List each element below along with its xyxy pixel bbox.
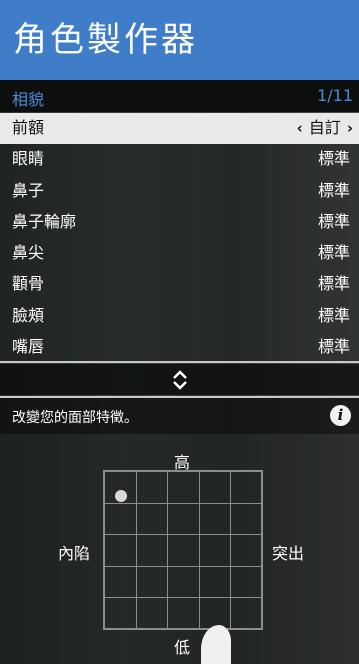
menu-item-value: 標準 xyxy=(317,243,350,263)
menu-item-cheekbones[interactable]: 顴骨 標準 xyxy=(0,269,359,301)
page-counter: 1/11 xyxy=(317,86,353,105)
menu-item-value: 標準 xyxy=(317,274,350,294)
menu-item-value: 標準 xyxy=(317,337,350,357)
menu-item-forehead[interactable]: 前額 ‹ 自訂 › xyxy=(0,113,359,145)
adjustment-grid[interactable] xyxy=(103,470,263,630)
menu-item-cheeks[interactable]: 臉頰 標準 xyxy=(0,300,359,333)
menu-item-nose-profile[interactable]: 鼻子輪廓 標準 xyxy=(0,206,359,239)
section-title: 相貌 xyxy=(12,90,45,109)
menu-item-value: 標準 xyxy=(317,305,350,325)
menu-item-value: 標準 xyxy=(317,149,350,169)
chevron-right-icon[interactable]: › xyxy=(347,118,353,138)
menu-item-label: 顴骨 xyxy=(12,274,45,294)
grid-bottom-label: 低 xyxy=(174,638,191,657)
menu-item-label: 鼻子 xyxy=(12,180,45,200)
page-title: 角色製作器 xyxy=(13,20,198,60)
option-selector[interactable]: ‹ 自訂 › xyxy=(297,118,353,138)
grid-right-label: 突出 xyxy=(272,544,305,563)
menu-item-label: 眼睛 xyxy=(12,149,45,169)
feature-menu: 前額 ‹ 自訂 › 眼睛 標準 鼻子 標準 鼻子輪廓 標準 鼻尖 標準 顴骨 標… xyxy=(0,113,359,364)
menu-item-value: 標準 xyxy=(317,180,350,200)
description-text: 改變您的面部特徵。 xyxy=(12,410,138,426)
grid-left-label: 內陷 xyxy=(58,544,91,563)
menu-item-lips[interactable]: 嘴唇 標準 xyxy=(0,332,359,364)
menu-item-nose-tip[interactable]: 鼻尖 標準 xyxy=(0,238,359,270)
description-bar: 改變您的面部特徵。 i xyxy=(0,398,359,434)
subheader-bar: 相貌 1/11 xyxy=(0,80,359,112)
divider xyxy=(0,361,359,363)
menu-item-value: 自訂 xyxy=(308,118,341,137)
chevron-left-icon[interactable]: ‹ xyxy=(297,118,303,138)
scroll-control[interactable] xyxy=(0,364,359,395)
scroll-up-down-icon[interactable] xyxy=(172,369,188,390)
menu-item-value: 標準 xyxy=(317,211,350,231)
menu-item-label: 臉頰 xyxy=(12,305,45,325)
menu-item-eyes[interactable]: 眼睛 標準 xyxy=(0,144,359,176)
menu-item-label: 前額 xyxy=(12,118,45,137)
hand-cursor-icon xyxy=(201,625,231,664)
header-bar: 角色製作器 xyxy=(0,0,359,80)
info-icon[interactable]: i xyxy=(330,405,351,426)
menu-item-label: 鼻子輪廓 xyxy=(12,211,77,231)
menu-item-label: 嘴唇 xyxy=(12,337,45,357)
menu-item-label: 鼻尖 xyxy=(12,243,45,263)
grid-position-marker[interactable] xyxy=(115,490,127,502)
menu-item-nose[interactable]: 鼻子 標準 xyxy=(0,175,359,207)
